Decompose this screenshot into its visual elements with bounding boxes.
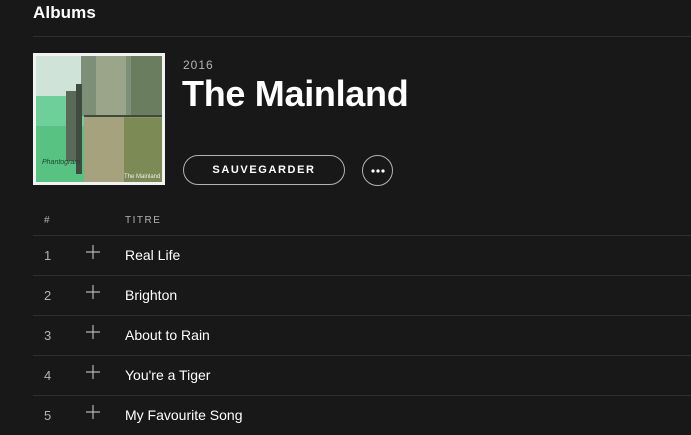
track-row[interactable]: 3 About to Rain (33, 315, 691, 355)
track-title: Brighton (125, 287, 178, 303)
tracklist: 1 Real Life 2 Brighton 3 About to Rain 4… (33, 235, 691, 435)
track-number: 3 (44, 328, 52, 343)
album-cover-art: Phantogram The Mainland (36, 56, 162, 182)
section-title: Albums (33, 3, 96, 22)
tracklist-header: # TITRE (33, 208, 691, 234)
save-button[interactable]: SAUVEGARDER (183, 155, 345, 185)
header-number: # (44, 215, 52, 226)
track-row[interactable]: 5 My Favourite Song (33, 395, 691, 435)
album-cover[interactable]: Phantogram The Mainland (33, 53, 165, 185)
add-icon[interactable] (85, 404, 101, 420)
track-number: 2 (44, 288, 52, 303)
track-number: 4 (44, 368, 52, 383)
more-options-button[interactable] (362, 155, 393, 186)
add-icon[interactable] (85, 364, 101, 380)
more-icon (370, 168, 385, 173)
add-icon[interactable] (85, 284, 101, 300)
track-row[interactable]: 1 Real Life (33, 235, 691, 275)
track-number: 5 (44, 408, 52, 423)
header-title: TITRE (125, 215, 162, 226)
album-year: 2016 (183, 58, 214, 72)
cover-band-text: Phantogram (42, 159, 80, 166)
add-icon[interactable] (85, 324, 101, 340)
album-title: The Mainland (182, 73, 409, 114)
track-title: Real Life (125, 247, 181, 263)
track-row[interactable]: 4 You're a Tiger (33, 355, 691, 395)
add-icon[interactable] (85, 244, 101, 260)
track-row[interactable]: 2 Brighton (33, 275, 691, 315)
track-title: About to Rain (125, 327, 210, 343)
track-number: 1 (44, 248, 52, 263)
cover-album-text: The Mainland (124, 174, 160, 180)
track-title: You're a Tiger (125, 367, 211, 383)
track-title: My Favourite Song (125, 407, 243, 423)
divider (33, 36, 691, 37)
